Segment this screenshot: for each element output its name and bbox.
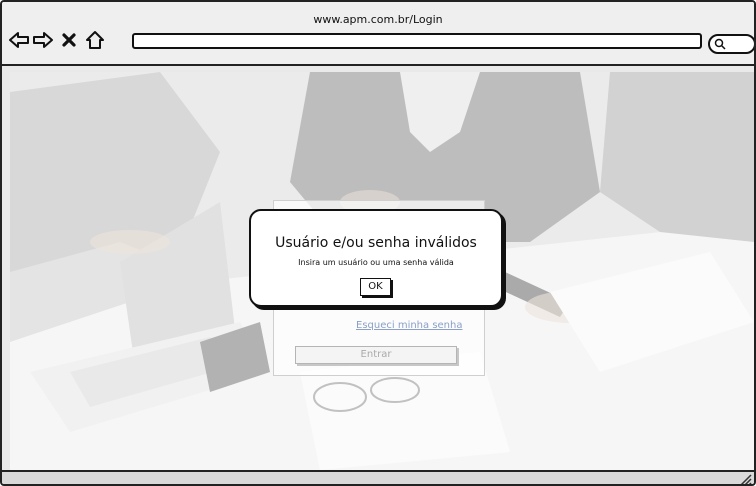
ok-button[interactable]: OK xyxy=(360,278,391,296)
home-icon[interactable] xyxy=(84,29,106,51)
error-dialog: Usuário e/ou senha inválidos Insira um u… xyxy=(249,209,503,307)
page-viewport: Esqueci minha senha Entrar Usuário e/ou … xyxy=(10,72,754,470)
close-icon[interactable] xyxy=(58,29,80,51)
search-button[interactable] xyxy=(708,34,754,54)
login-button[interactable]: Entrar xyxy=(295,346,457,364)
search-icon xyxy=(714,38,726,50)
arrow-left-icon[interactable] xyxy=(8,29,30,51)
resize-grip-icon[interactable] xyxy=(738,472,752,486)
browser-toolbar: www.apm.com.br/Login xyxy=(2,2,754,66)
page-url: www.apm.com.br/Login xyxy=(313,13,443,26)
address-bar[interactable] xyxy=(132,33,702,49)
dialog-title: Usuário e/ou senha inválidos xyxy=(275,235,477,251)
arrow-right-icon[interactable] xyxy=(32,29,54,51)
status-bar xyxy=(2,470,754,486)
forgot-password-link[interactable]: Esqueci minha senha xyxy=(356,320,463,331)
browser-window: www.apm.com.br/Login Esqueci minha senha… xyxy=(0,0,756,486)
dialog-message: Insira um usuário ou uma senha válida xyxy=(298,258,454,267)
